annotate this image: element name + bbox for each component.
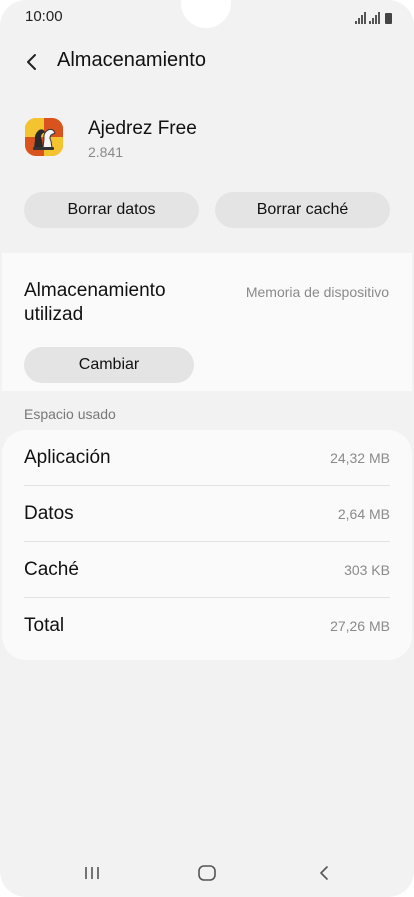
chess-app-icon [25,118,63,156]
status-time: 10:00 [25,8,63,25]
change-storage-button[interactable]: Cambiar [24,347,194,383]
app-header: Almacenamiento [0,40,414,84]
camera-notch [181,0,231,28]
back-nav-button[interactable] [304,858,344,888]
row-value: 27,26 MB [330,618,390,634]
row-value: 24,32 MB [330,449,390,466]
wifi-signal-icon [355,12,366,24]
back-button[interactable] [18,48,46,76]
usage-row-cache: Caché 303 KB [24,542,390,598]
app-version: 2.841 [88,144,124,160]
back-arrow-icon [27,54,36,70]
usage-row-application: Aplicación 24,32 MB [24,430,390,486]
row-label: Aplicación [24,446,111,468]
battery-icon [385,13,392,24]
recent-apps-button[interactable] [72,858,112,888]
usage-row-data: Datos 2,64 MB [24,486,390,542]
usage-row-total: Total 27,26 MB [24,598,390,654]
home-button[interactable] [187,858,227,888]
recent-apps-icon [85,867,99,879]
row-label: Datos [24,502,74,524]
space-used-list: Aplicación 24,32 MB Datos 2,64 MB Caché … [2,430,412,660]
clear-cache-button[interactable]: Borrar caché [215,192,390,228]
navigation-bar [0,848,414,897]
storage-location-label: Almacenamiento utilizad [24,280,166,325]
storage-location-value: Memoria de dispositivo [245,284,389,300]
status-icons [355,10,392,24]
storage-location-card: Almacenamiento utilizad Memoria de dispo… [2,253,412,391]
cell-signal-icon [369,12,380,24]
clear-data-button[interactable]: Borrar datos [24,192,199,228]
home-icon [198,865,216,881]
app-name: Ajedrez Free [88,118,197,139]
row-value: 2,64 MB [337,505,390,522]
row-label: Total [24,615,65,636]
screen: 10:00 Almacenamiento Ajedrez Free 2.841 … [0,0,414,897]
status-bar: 10:00 [0,0,414,34]
back-nav-icon [320,866,328,880]
row-value: 303 KB [344,561,390,578]
space-used-header: Espacio usado [24,406,116,422]
page-title: Almacenamiento [57,49,206,71]
row-label: Caché [24,558,79,580]
